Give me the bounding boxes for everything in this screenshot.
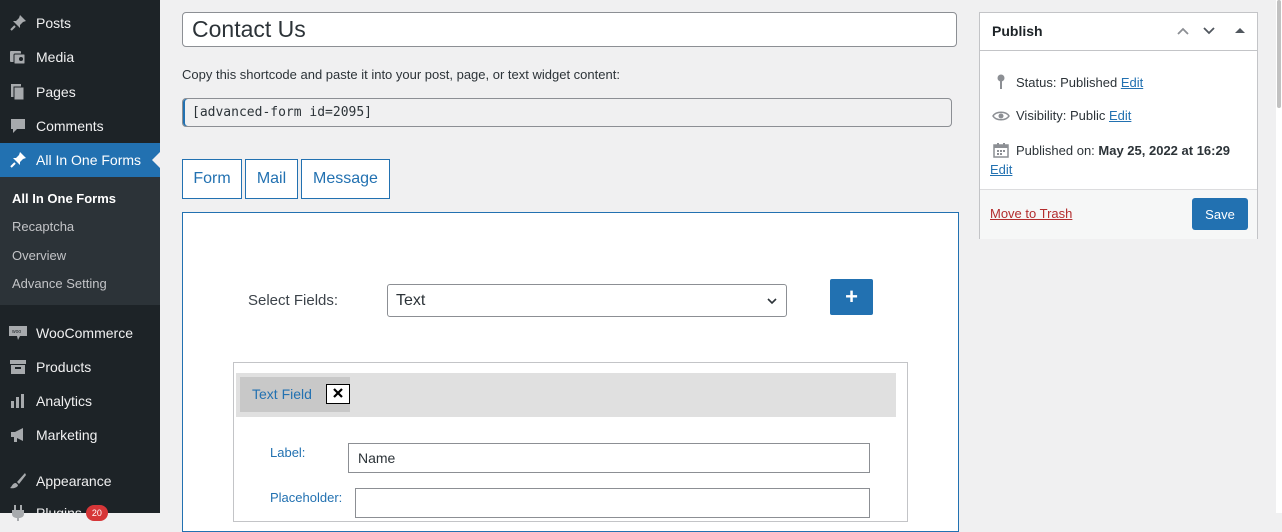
publish-box: Publish Status: Published Edit Visibilit… [979,12,1258,239]
shortcode-instruction: Copy this shortcode and paste it into yo… [182,67,620,82]
pin-icon [992,74,1010,90]
chevron-down-icon [766,294,778,312]
tab-form[interactable]: Form [182,159,242,199]
chart-icon [8,391,28,411]
publish-date-row: Published on: May 25, 2022 at 16:29 [992,142,1230,158]
remove-field-button[interactable] [326,384,350,404]
sidebar-item-label: Appearance [36,473,112,489]
scrollbar-thumb[interactable] [1277,0,1281,108]
edit-status-link[interactable]: Edit [1121,75,1143,90]
sidebar-item-label: Comments [36,118,104,134]
tab-mail[interactable]: Mail [245,159,298,199]
calendar-icon [992,142,1010,158]
visibility-text: Visibility: Public [1016,108,1106,123]
archive-icon [8,357,28,377]
brush-icon [8,471,28,491]
field-tab-label[interactable]: Text Field [252,386,312,402]
edit-visibility-link[interactable]: Edit [1109,108,1131,123]
publish-actions: Move to Trash Save [980,189,1257,239]
svg-text:woo: woo [12,329,21,335]
submenu-item-all-in-one-forms[interactable]: All In One Forms [12,191,116,206]
sidebar-item-plugins[interactable]: Plugins 20 [0,496,160,530]
label-caption: Label: [270,445,306,460]
media-icon [8,47,28,67]
pin-icon [8,13,28,33]
field-label-input[interactable]: Name [348,443,870,473]
sidebar-item-label: WooCommerce [36,325,133,341]
published-on-date: May 25, 2022 at 16:29 [1098,142,1230,158]
sidebar-submenu: All In One Forms Recaptcha Overview Adva… [0,177,160,305]
sidebar-item-all-in-one-forms[interactable]: All In One Forms [0,143,160,177]
select-fields-label: Select Fields: [248,292,339,309]
pin-icon [8,150,28,170]
sidebar-item-label: Plugins [36,505,82,521]
status-text: Status: Published [1016,74,1118,90]
sidebar-item-label: Marketing [36,427,98,443]
placeholder-caption: Placeholder: [270,490,343,505]
submenu-item-overview[interactable]: Overview [12,248,66,263]
submenu-item-advance-setting[interactable]: Advance Setting [12,276,107,291]
sidebar-item-label: Media [36,49,75,65]
field-type-select-value: Text [396,291,426,309]
chevron-down-icon[interactable] [1202,24,1216,43]
post-title-input[interactable]: Contact Us [182,12,957,47]
sidebar-item-label: Pages [36,84,76,100]
megaphone-icon [8,425,28,445]
collapse-triangle-icon[interactable] [1234,24,1246,43]
sidebar-item-posts[interactable]: Posts [0,6,160,40]
sidebar-item-comments[interactable]: Comments [0,109,160,143]
plug-icon [8,503,28,523]
sidebar-item-label: Posts [36,15,72,31]
shortcode-field[interactable]: [advanced-form id=2095] [182,98,952,127]
field-type-select[interactable]: Text [387,284,787,317]
sidebar-item-media[interactable]: Media [0,40,160,74]
sidebar-item-analytics[interactable]: Analytics [0,384,160,418]
save-button[interactable]: Save [1192,198,1248,230]
admin-sidebar: Posts Media Pages Comments All In One Fo… [0,0,160,521]
submenu-item-recaptcha[interactable]: Recaptcha [12,219,74,234]
sidebar-item-marketing[interactable]: Marketing [0,418,160,452]
sidebar-item-pages[interactable]: Pages [0,75,160,109]
publish-status-row: Status: Published Edit [992,74,1143,90]
field-placeholder-input[interactable] [355,488,870,518]
chevron-up-icon[interactable] [1176,24,1190,43]
published-on-label: Published on: [1016,142,1095,158]
sidebar-item-label: Products [36,359,92,375]
sidebar-item-label: All In One Forms [36,152,142,168]
pages-icon [8,82,28,102]
sidebar-item-appearance[interactable]: Appearance [0,464,160,498]
move-to-trash-link[interactable]: Move to Trash [990,206,1072,221]
edit-date-link[interactable]: Edit [990,162,1012,177]
publish-box-header: Publish [980,13,1257,51]
sidebar-item-products[interactable]: Products [0,350,160,384]
update-count-badge: 20 [85,505,108,521]
eye-icon [992,110,1010,122]
woo-icon: woo [8,323,28,343]
close-icon [333,385,343,403]
add-field-button[interactable]: + [830,279,873,315]
comment-icon [8,116,28,136]
sidebar-item-label: Analytics [36,393,93,409]
publish-title: Publish [992,23,1043,39]
sidebar-item-woocommerce[interactable]: woo WooCommerce [0,316,160,350]
publish-visibility-row: Visibility: Public Edit [992,108,1131,123]
tab-message[interactable]: Message [301,159,390,199]
